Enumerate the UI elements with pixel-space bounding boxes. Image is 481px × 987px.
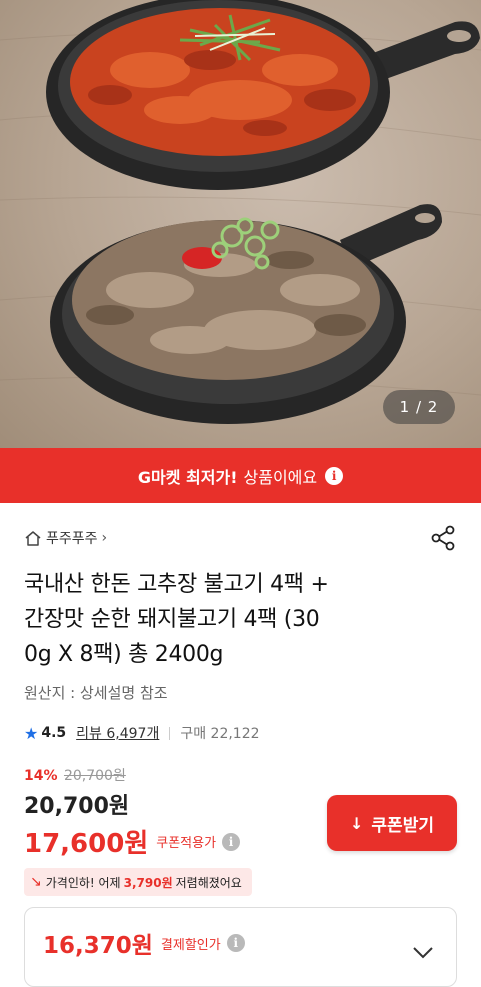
discount-rate: 14%: [24, 768, 58, 784]
store-name: 푸주푸주: [46, 531, 98, 547]
review-link[interactable]: 리뷰 6,497개: [76, 723, 159, 743]
store-row: 푸주푸주 ›: [24, 503, 457, 573]
price-down-icon: ↘: [30, 874, 42, 890]
product-info: 푸주푸주 › 국내산 한돈 고추장 불고기 4팩 + 간장맛 순한 돼지불고기 …: [0, 503, 481, 896]
get-coupon-button[interactable]: ↓ 쿠폰받기: [327, 795, 457, 851]
image-page-counter: 1 / 2: [383, 390, 455, 424]
lowest-price-banner[interactable]: G마켓 최저가! 상품이에요 i: [0, 448, 481, 503]
payment-discount-price: 16,370원: [43, 933, 153, 959]
info-icon[interactable]: i: [222, 832, 241, 851]
price-block: 14% 20,700원 20,700원 17,600원 쿠폰적용가 i ↓ 쿠폰…: [24, 765, 457, 896]
original-price: 20,700원: [63, 768, 126, 784]
product-title-line: 간장맛 순한 돼지불고기 4팩 (30: [24, 607, 320, 632]
origin-info: 원산지 : 상세설명 참조: [24, 684, 168, 702]
discount-line: 14% 20,700원: [24, 765, 457, 785]
store-link[interactable]: 푸주푸주 ›: [24, 528, 107, 548]
divider: [169, 726, 171, 740]
share-icon[interactable]: [429, 524, 457, 552]
product-image-carousel[interactable]: 1 / 2: [0, 0, 481, 448]
download-icon: ↓: [350, 813, 364, 833]
get-coupon-label: 쿠폰받기: [371, 815, 434, 836]
chevron-right-icon: ›: [101, 530, 108, 546]
product-title: 국내산 한돈 고추장 불고기 4팩 + 간장맛 순한 돼지불고기 4팩 (30 …: [24, 567, 457, 672]
payment-discount-card[interactable]: 16,370원 결제할인가 i: [24, 907, 457, 987]
product-photo: [0, 0, 481, 424]
coupon-price: 17,600원: [24, 829, 149, 859]
star-icon: ★: [24, 723, 39, 743]
banner-highlight: G마켓 최저가!: [137, 467, 238, 487]
chevron-down-icon[interactable]: [412, 946, 434, 960]
rating-row: ★ 4.5 리뷰 6,497개 구매 22,122: [24, 723, 457, 743]
rating-score: 4.5: [41, 725, 67, 741]
product-title-line: 국내산 한돈 고추장 불고기 4팩 +: [24, 572, 329, 597]
payment-discount-row: 16,370원 결제할인가 i: [25, 908, 456, 960]
home-icon: [25, 531, 41, 546]
price-drop-prefix: 가격인하! 어제: [45, 875, 121, 890]
price-drop-suffix: 저렴해졌어요: [175, 875, 242, 890]
info-icon[interactable]: i: [325, 466, 344, 485]
banner-text: 상품이에요: [243, 467, 318, 487]
info-icon[interactable]: i: [226, 934, 245, 952]
price-drop-notice: ↘ 가격인하! 어제 3,790원 저렴해졌어요: [24, 868, 252, 896]
payment-discount-label: 결제할인가: [160, 937, 221, 953]
purchase-count: 구매 22,122: [180, 726, 260, 742]
coupon-price-label: 쿠폰적용가: [156, 836, 217, 851]
price-drop-amount: 3,790원: [123, 875, 173, 890]
product-title-line: 0g X 8팩) 총 2400g: [24, 642, 224, 667]
